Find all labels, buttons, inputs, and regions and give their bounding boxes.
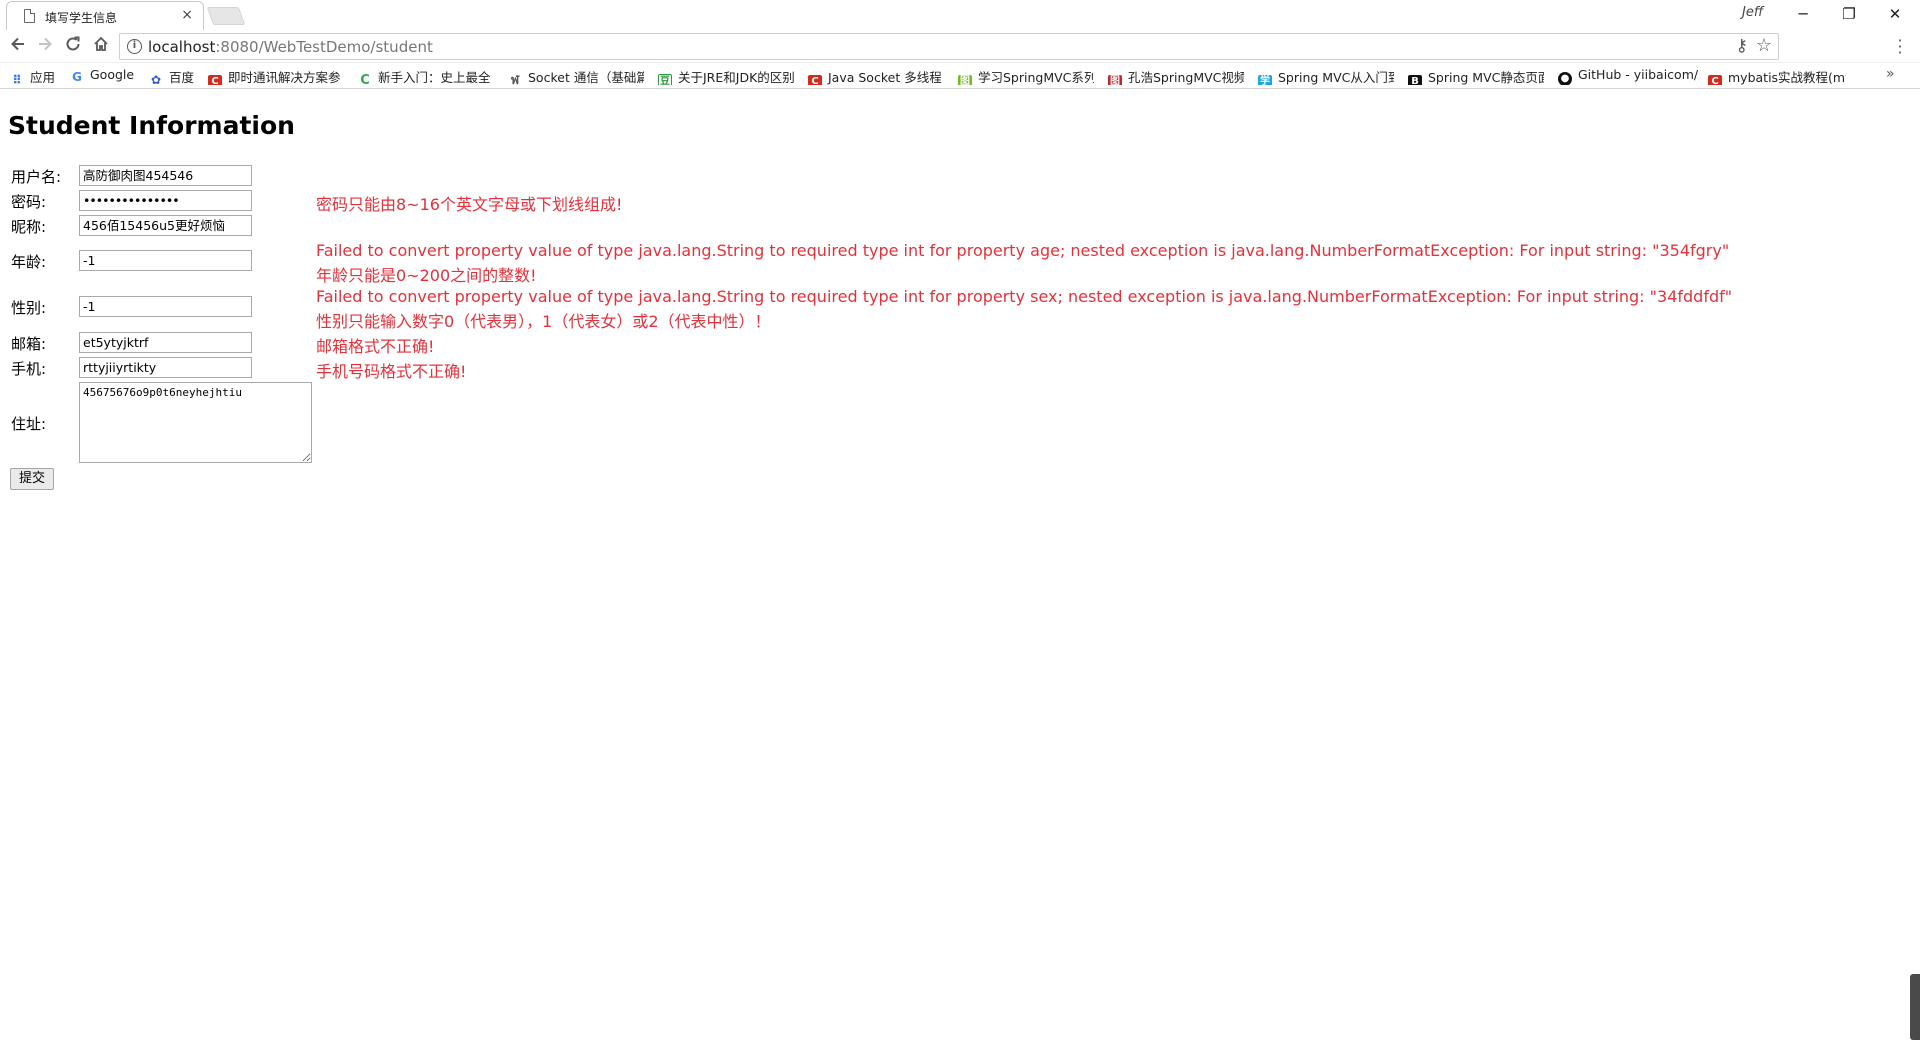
window-user-name[interactable]: Jeff <box>1742 5 1763 20</box>
douban-icon: 豆 <box>658 74 672 85</box>
more-menu-icon[interactable]: · · · <box>1895 33 1905 61</box>
bookmark-item[interactable]: ⠿ 应用 <box>10 67 55 85</box>
scrollbar-thumb[interactable] <box>1910 974 1920 1040</box>
back-arrow-icon[interactable] <box>6 35 30 59</box>
url-text[interactable]: localhost:8080/WebTestDemo/student <box>148 38 433 56</box>
age-field[interactable]: -1 <box>79 250 252 271</box>
password-field[interactable]: ••••••••••••••• <box>79 190 252 211</box>
sex-field[interactable]: -1 <box>79 296 252 317</box>
email-field[interactable]: et5ytyjktrf <box>79 332 252 353</box>
bookmark-item[interactable]: B Spring MVC静态页面 <box>1408 67 1544 85</box>
phone-label: 手机: <box>11 360 47 378</box>
spring-icon: 图 <box>958 75 972 85</box>
google-icon: G <box>72 70 82 84</box>
star-icon[interactable]: ☆ <box>1756 35 1772 56</box>
password-label: 密码: <box>11 193 47 211</box>
page-icon <box>24 9 35 23</box>
username-field[interactable]: 高防御肉图454546 <box>79 165 252 186</box>
bookmark-item[interactable]: Cmybatis实战教程(my <box>1708 67 1846 85</box>
csdn-icon: C <box>208 75 222 85</box>
url-host: localhost <box>148 38 216 56</box>
github-icon: ● <box>1558 72 1572 85</box>
address-label: 住址: <box>11 415 47 433</box>
bookmark-item[interactable]: 学 Spring MVC从入门到 <box>1258 67 1394 85</box>
age-range-error: 年龄只能是0~200之间的整数! <box>316 266 537 285</box>
bookmarks-overflow-icon[interactable]: » <box>1886 66 1895 82</box>
window-titlebar: 填写学生信息 × Jeff ─ ❐ ✕ <box>0 0 1920 30</box>
minimize-button[interactable]: ─ <box>1780 0 1826 28</box>
tab-title: 填写学生信息 <box>45 11 118 25</box>
address-textarea[interactable]: 45675676o9p0t6neyhejhtiu <box>79 382 312 463</box>
bookmark-item[interactable]: ✿ 百度 <box>149 67 194 85</box>
bookmark-item[interactable]: 图学习SpringMVC系列 <box>958 67 1094 85</box>
submit-button[interactable]: 提交 <box>10 468 54 490</box>
nickname-field[interactable]: 456佰15456u5更好烦恼 <box>79 215 252 236</box>
close-window-button[interactable]: ✕ <box>1872 0 1918 28</box>
browser-toolbar: i localhost:8080/WebTestDemo/student ⚷ ☆… <box>0 30 1920 63</box>
username-label: 用户名: <box>11 168 62 186</box>
bookmark-item[interactable]: 图孔浩SpringMVC视频 <box>1108 67 1244 85</box>
restore-button[interactable]: ❐ <box>1826 0 1872 28</box>
bookmark-item[interactable]: C Java Socket 多线程 <box>808 67 946 85</box>
bookmark-item[interactable]: ฬ Socket 通信（基础篇 <box>508 67 644 85</box>
page-title: Student Information <box>8 111 295 140</box>
csdn-icon: C <box>1708 75 1722 85</box>
phone-error: 手机号码格式不正确! <box>316 362 467 381</box>
bookmark-item[interactable]: 豆关于JRE和JDK的区别 <box>658 67 794 85</box>
csdn-icon: C <box>808 75 822 85</box>
email-error: 邮箱格式不正确! <box>316 337 435 356</box>
key-icon[interactable]: ⚷ <box>1736 36 1748 56</box>
url-path: :8080/WebTestDemo/student <box>215 38 433 56</box>
sex-convert-error: Failed to convert property value of type… <box>316 287 1733 306</box>
bookmark-item[interactable]: C 即时通讯解决方案参 <box>208 67 348 85</box>
new-tab-button[interactable] <box>206 7 246 25</box>
age-label: 年龄: <box>11 253 47 271</box>
age-convert-error: Failed to convert property value of type… <box>316 241 1730 260</box>
sex-range-error: 性别只能输入数字0（代表男），1（代表女）或2（代表中性）！ <box>316 312 771 331</box>
password-error: 密码只能由8~16个英文字母或下划线组成! <box>316 195 623 214</box>
bookmarks-bar: ⠿ 应用 G Google ✿ 百度 C 即时通讯解决方案参 C 新手入门：史上最全 ฬS… <box>0 63 1920 89</box>
home-icon[interactable] <box>89 35 113 59</box>
baidu-paw-icon: ✿ <box>150 73 162 85</box>
sex-label: 性别: <box>11 299 47 317</box>
reload-icon[interactable] <box>61 35 85 59</box>
tab-close-icon[interactable]: × <box>181 7 193 23</box>
bookmark-item[interactable]: G Google <box>70 67 134 85</box>
nickname-label: 昵称: <box>11 218 47 236</box>
browser-tab[interactable]: 填写学生信息 × <box>6 1 204 30</box>
email-label: 邮箱: <box>11 335 47 353</box>
blue-icon: 学 <box>1258 75 1272 85</box>
red-book-icon: 图 <box>1108 75 1122 85</box>
b-icon: B <box>1408 75 1422 85</box>
socket-icon: ฬ <box>510 73 520 85</box>
phone-field[interactable]: rttyjiiyrtikty <box>79 357 252 378</box>
apps-grid-icon: ⠿ <box>12 73 22 85</box>
bookmark-item[interactable]: C 新手入门：史上最全 <box>358 67 496 85</box>
info-icon[interactable]: i <box>127 39 142 54</box>
bookmark-item[interactable]: ● GitHub - yiibaicom/ <box>1558 67 1698 85</box>
green-circle-icon: C <box>360 73 370 86</box>
forward-arrow-icon[interactable] <box>33 35 57 59</box>
address-bar[interactable]: i localhost:8080/WebTestDemo/student ⚷ ☆ <box>119 33 1779 60</box>
